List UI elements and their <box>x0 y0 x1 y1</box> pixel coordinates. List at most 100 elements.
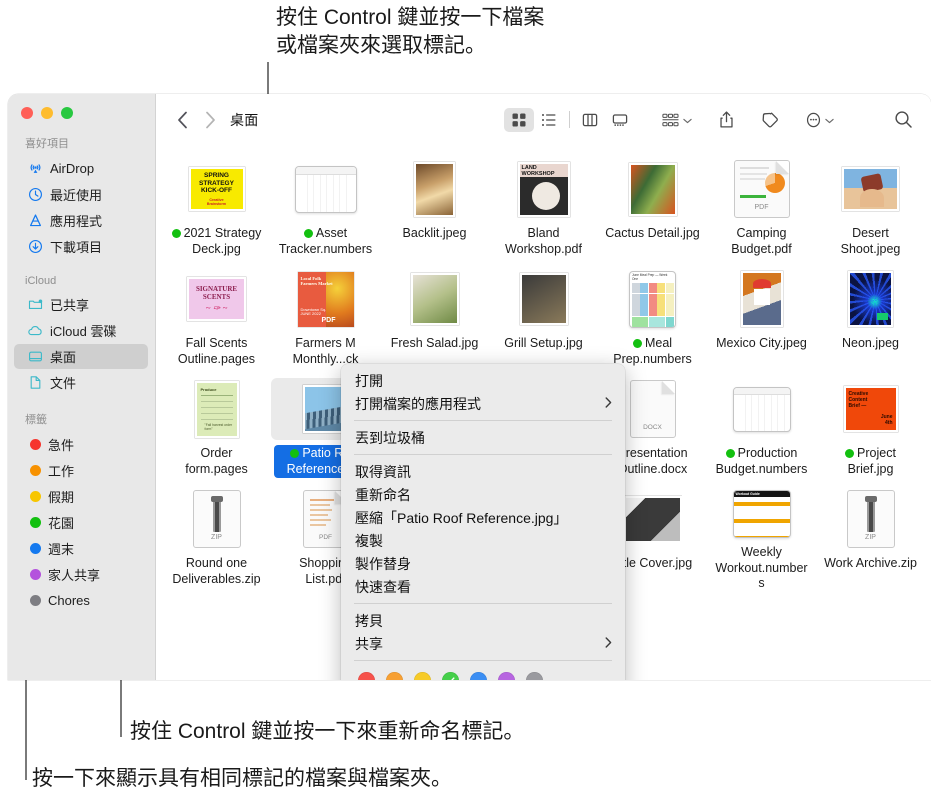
sidebar-item-airdrop[interactable]: AirDrop <box>14 156 148 181</box>
tag-swatch-yellow[interactable] <box>414 672 431 680</box>
file-thumbnail: Creative Content Brief — June 4th <box>816 378 925 440</box>
checkmark-icon <box>447 677 455 680</box>
tag-swatch-orange[interactable] <box>386 672 403 680</box>
context-menu-item-duplicate[interactable]: 複製 <box>341 529 625 552</box>
tag-swatch-gray[interactable] <box>526 672 543 680</box>
context-menu-item-compress[interactable]: 壓縮「Patio Roof Reference.jpg」 <box>341 506 625 529</box>
sidebar-item-documents[interactable]: 文件 <box>14 370 148 395</box>
file-item[interactable]: Produce "Fall harvest order form" Order … <box>162 373 271 483</box>
context-menu-item-open-with[interactable]: 打開檔案的應用程式 <box>341 392 625 415</box>
file-thumbnail <box>380 158 489 220</box>
sidebar-item-icloud-drive[interactable]: iCloud 雲碟 <box>14 318 148 343</box>
file-item[interactable]: Local Folk Farmers Market Downtown Sq. JUN… <box>271 263 380 373</box>
context-menu-item-rename[interactable]: 重新命名 <box>341 483 625 506</box>
menu-divider <box>354 603 612 604</box>
group-by-icon <box>662 113 679 126</box>
sidebar-tag-family[interactable]: 家人共享 <box>14 562 148 587</box>
share-button[interactable] <box>718 110 735 129</box>
file-item[interactable]: Cactus Detail.jpg <box>598 153 707 263</box>
file-label: Mexico City.jpeg <box>716 336 807 350</box>
minimize-button[interactable] <box>41 107 53 119</box>
context-menu-item-share[interactable]: 共享 <box>341 632 625 655</box>
file-item[interactable]: PDF Camping Budget.pdf <box>707 153 816 263</box>
file-thumbnail <box>816 268 925 330</box>
sidebar-item-applications[interactable]: 應用程式 <box>14 208 148 233</box>
tag-dot-icon <box>845 449 855 458</box>
list-view-button[interactable] <box>534 108 564 132</box>
menu-item-label: 重新命名 <box>355 486 411 503</box>
tag-swatch-purple[interactable] <box>498 672 515 680</box>
context-menu-item-copy[interactable]: 拷貝 <box>341 609 625 632</box>
file-thumbnail: June Meal Prep — Week One <box>598 268 707 330</box>
sidebar-tag-vacation[interactable]: 假期 <box>14 484 148 509</box>
file-item[interactable]: Grill Setup.jpg <box>489 263 598 373</box>
file-item[interactable]: Production Budget.numbers <box>707 373 816 483</box>
sidebar-tag-weekend[interactable]: 週末 <box>14 536 148 561</box>
maximize-button[interactable] <box>61 107 73 119</box>
tag-dot-icon <box>30 491 41 502</box>
sidebar: 喜好項目 AirDrop 最近使用 應用程式 下載項目 iCloud 已共享 i… <box>8 94 155 680</box>
file-label: Fresh Salad.jpg <box>390 336 479 350</box>
file-thumbnail: SIGNATURE SCENTS ~ ✑ ~ <box>162 268 271 330</box>
file-item[interactable]: Workout Guide Weekly Workout.numbers <box>707 483 816 593</box>
search-button[interactable] <box>894 110 913 129</box>
context-menu-item-open[interactable]: 打開 <box>341 369 625 392</box>
file-item[interactable]: ZIP Round one Deliverables.zip <box>162 483 271 593</box>
file-item[interactable]: Desert Shoot.jpeg <box>816 153 925 263</box>
column-view-button[interactable] <box>575 108 605 132</box>
sidebar-item-label: 文件 <box>50 376 77 391</box>
close-button[interactable] <box>21 107 33 119</box>
menu-item-label: 打開檔案的應用程式 <box>355 395 481 412</box>
sidebar-tag-work[interactable]: 工作 <box>14 458 148 483</box>
window-controls <box>8 94 155 119</box>
file-item[interactable]: Neon.jpeg <box>816 263 925 373</box>
gallery-view-button[interactable] <box>605 108 635 132</box>
context-menu-item-get-info[interactable]: 取得資訊 <box>341 460 625 483</box>
file-item[interactable]: Mexico City.jpeg <box>707 263 816 373</box>
context-menu-item-make-alias[interactable]: 製作替身 <box>341 552 625 575</box>
chevron-down-icon <box>683 111 692 129</box>
sidebar-item-desktop[interactable]: 桌面 <box>14 344 148 369</box>
group-by-button[interactable] <box>661 111 692 129</box>
tag-button[interactable] <box>761 111 779 129</box>
applications-icon <box>27 213 43 229</box>
file-item[interactable]: ZIP Work Archive.zip <box>816 483 925 593</box>
sidebar-item-label: 應用程式 <box>50 214 103 229</box>
sidebar-tag-chores[interactable]: Chores <box>14 588 148 613</box>
file-item[interactable]: June Meal Prep — Week One Meal Prep.numb… <box>598 263 707 373</box>
file-thumbnail <box>707 268 816 330</box>
sidebar-tag-garden[interactable]: 花園 <box>14 510 148 535</box>
file-item[interactable]: SIGNATURE SCENTS ~ ✑ ~ Fall Scents Outlin… <box>162 263 271 373</box>
sidebar-item-downloads[interactable]: 下載項目 <box>14 234 148 259</box>
file-item[interactable]: Asset Tracker.numbers <box>271 153 380 263</box>
sidebar-tag-urgent[interactable]: 急件 <box>14 432 148 457</box>
file-item[interactable]: Backlit.jpeg <box>380 153 489 263</box>
tag-dot-icon <box>30 543 41 554</box>
sidebar-item-recents[interactable]: 最近使用 <box>14 182 148 207</box>
forward-button[interactable] <box>196 106 224 134</box>
file-label: Production Budget.numbers <box>715 446 808 476</box>
back-button[interactable] <box>168 106 196 134</box>
file-item[interactable]: Fresh Salad.jpg <box>380 263 489 373</box>
file-item[interactable]: Creative Content Brief — June 4th Project B… <box>816 373 925 483</box>
finder-window: 喜好項目 AirDrop 最近使用 應用程式 下載項目 iCloud 已共享 i… <box>8 94 931 680</box>
tag-dot-icon <box>30 439 41 450</box>
tag-swatch-blue[interactable] <box>470 672 487 680</box>
tag-swatch-green[interactable] <box>442 672 459 680</box>
tag-dot-icon <box>725 449 735 458</box>
more-circle-icon <box>806 112 821 127</box>
more-actions-button[interactable] <box>805 111 834 129</box>
file-thumbnail: LAND WORKSHOP <box>489 158 598 220</box>
file-item[interactable]: SPRING STRATEGY KICK-OFF Creative Brainstorm… <box>162 153 271 263</box>
menu-item-label: 取得資訊 <box>355 463 411 480</box>
icon-view-button[interactable] <box>504 107 534 132</box>
context-menu-item-quick-look[interactable]: 快速查看 <box>341 575 625 598</box>
menu-item-label: 拷貝 <box>355 612 383 629</box>
tag-dot-icon <box>30 465 41 476</box>
sidebar-section-tags: 標籤 急件 工作 假期 花園 週末 家人共享 Chores <box>8 407 155 613</box>
sidebar-item-shared[interactable]: 已共享 <box>14 292 148 317</box>
path-title: 桌面 <box>230 111 259 128</box>
context-menu-item-move-to-trash[interactable]: 丟到垃圾桶 <box>341 426 625 449</box>
tag-swatch-red[interactable] <box>358 672 375 680</box>
file-item[interactable]: LAND WORKSHOP Bland Workshop.pdf <box>489 153 598 263</box>
